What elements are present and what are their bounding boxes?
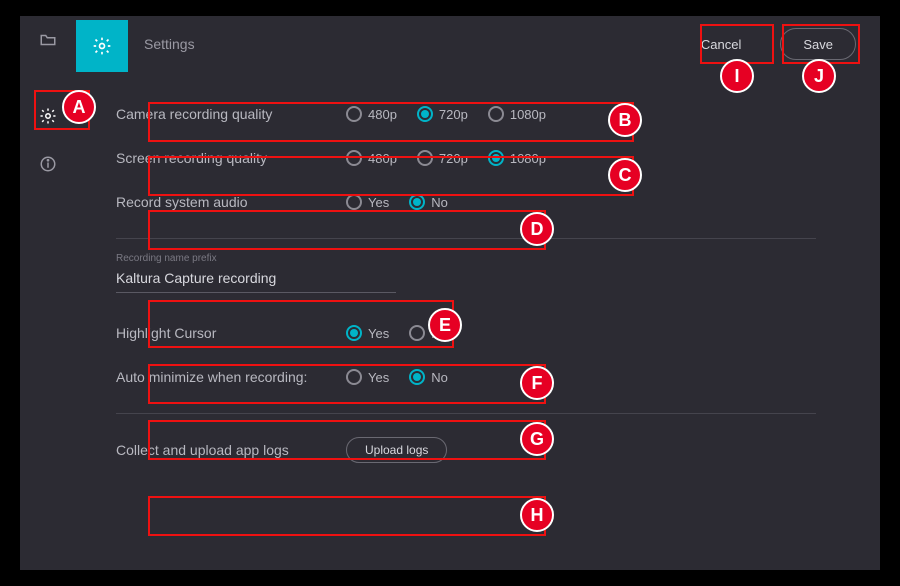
radio-label: 720p <box>439 107 468 122</box>
settings-content: Camera recording quality 480p 720p 1080p S… <box>76 72 856 570</box>
radio-option[interactable]: 480p <box>346 106 397 122</box>
radio-option[interactable]: 720p <box>417 106 468 122</box>
header: Settings Cancel Save <box>76 16 856 72</box>
radio-dot-icon <box>346 150 362 166</box>
prefix-label: Recording name prefix <box>116 253 396 264</box>
radio-dot-icon <box>488 150 504 166</box>
sidebar <box>20 16 76 570</box>
radio-label: 480p <box>368 151 397 166</box>
radio-label: 1080p <box>510 107 546 122</box>
settings-tile-icon <box>76 20 128 72</box>
radio-dot-icon <box>417 150 433 166</box>
highlight-cursor-row: Highlight Cursor Yes No <box>116 311 856 355</box>
radio-dot-icon <box>488 106 504 122</box>
radio-dot-icon <box>346 325 362 341</box>
logs-row: Collect and upload app logs Upload logs <box>116 428 856 472</box>
radio-option[interactable]: Yes <box>346 369 389 385</box>
system-audio-row: Record system audio Yes No <box>116 180 856 224</box>
radio-dot-icon <box>346 194 362 210</box>
main-panel: Settings Cancel Save Camera recording qu… <box>76 16 880 570</box>
radio-option[interactable]: 1080p <box>488 150 546 166</box>
radio-label: 720p <box>439 151 468 166</box>
radio-label: No <box>431 195 448 210</box>
radio-option[interactable]: No <box>409 325 448 341</box>
auto-minimize-label: Auto minimize when recording: <box>116 369 346 385</box>
radio-label: 1080p <box>510 151 546 166</box>
page-title: Settings <box>144 36 195 52</box>
camera-quality-label: Camera recording quality <box>116 106 346 122</box>
gear-icon[interactable] <box>38 106 58 126</box>
info-icon[interactable] <box>38 154 58 174</box>
radio-option[interactable]: 480p <box>346 150 397 166</box>
logs-label: Collect and upload app logs <box>116 442 346 458</box>
divider <box>116 413 816 414</box>
radio-option[interactable]: No <box>409 194 448 210</box>
system-audio-label: Record system audio <box>116 194 346 210</box>
radio-option[interactable]: Yes <box>346 194 389 210</box>
radio-label: 480p <box>368 107 397 122</box>
camera-quality-row: Camera recording quality 480p 720p 1080p <box>116 92 856 136</box>
auto-minimize-row: Auto minimize when recording: Yes No <box>116 355 856 399</box>
system-audio-options: Yes No <box>346 194 448 210</box>
radio-label: No <box>431 370 448 385</box>
radio-label: Yes <box>368 370 389 385</box>
radio-dot-icon <box>409 369 425 385</box>
radio-dot-icon <box>346 369 362 385</box>
camera-quality-options: 480p 720p 1080p <box>346 106 546 122</box>
save-button[interactable]: Save <box>780 28 856 60</box>
radio-option[interactable]: 1080p <box>488 106 546 122</box>
highlight-cursor-label: Highlight Cursor <box>116 325 346 341</box>
prefix-field: Recording name prefix <box>116 253 396 293</box>
prefix-input[interactable] <box>116 266 396 293</box>
screen-quality-options: 480p 720p 1080p <box>346 150 546 166</box>
highlight-cursor-options: Yes No <box>346 325 448 341</box>
radio-label: No <box>431 326 448 341</box>
screen-quality-label: Screen recording quality <box>116 150 346 166</box>
cancel-button[interactable]: Cancel <box>678 28 764 60</box>
radio-option[interactable]: No <box>409 369 448 385</box>
radio-label: Yes <box>368 195 389 210</box>
radio-dot-icon <box>417 106 433 122</box>
folder-icon[interactable] <box>38 30 58 50</box>
divider <box>116 238 816 239</box>
radio-dot-icon <box>409 325 425 341</box>
radio-label: Yes <box>368 326 389 341</box>
radio-option[interactable]: 720p <box>417 150 468 166</box>
screen-quality-row: Screen recording quality 480p 720p 1080p <box>116 136 856 180</box>
radio-dot-icon <box>346 106 362 122</box>
upload-logs-button[interactable]: Upload logs <box>346 437 447 463</box>
app-window: Settings Cancel Save Camera recording qu… <box>20 16 880 570</box>
auto-minimize-options: Yes No <box>346 369 448 385</box>
radio-dot-icon <box>409 194 425 210</box>
radio-option[interactable]: Yes <box>346 325 389 341</box>
